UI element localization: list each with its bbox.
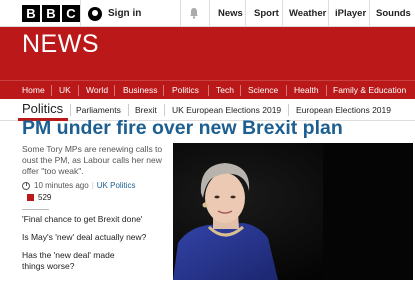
user-icon (88, 6, 102, 21)
comments-link[interactable]: 529 (27, 193, 51, 202)
nav-item-science[interactable]: Science (248, 81, 278, 99)
main-nav: Home UK World Business Politics Tech Sci… (0, 80, 415, 99)
section-title[interactable]: Politics (22, 101, 63, 116)
bbc-logo[interactable]: B B C (22, 5, 80, 22)
nav-item-home[interactable]: Home (22, 81, 45, 99)
bell-icon[interactable] (188, 7, 200, 19)
article-meta: 10 minutes ago | UK Politics (22, 181, 135, 190)
subnav-item-uk-european-elections[interactable]: UK European Elections 2019 (172, 105, 281, 115)
article-summary: Some Tory MPs are renewing calls to oust… (22, 144, 163, 176)
related-link[interactable]: Has the 'new deal' made things worse? (22, 250, 117, 272)
topnav-iplayer[interactable]: iPlayer (335, 0, 366, 27)
related-link[interactable]: Is May's 'new' deal actually new? (22, 232, 162, 243)
article-photo[interactable] (173, 143, 413, 280)
nav-item-world[interactable]: World (86, 81, 108, 99)
top-bar: B B C Sign in News Sport Weather iPlayer… (0, 0, 415, 27)
comment-icon (27, 194, 34, 201)
bbc-logo-letter: C (62, 5, 80, 22)
article-headline[interactable]: PM under fire over new Brexit plan (22, 117, 343, 140)
sign-in-button[interactable]: Sign in (88, 4, 141, 23)
subnav-item-brexit[interactable]: Brexit (135, 105, 157, 115)
news-wordmark[interactable]: NEWS (22, 30, 99, 59)
nav-item-tech[interactable]: Tech (216, 81, 234, 99)
topnav-news[interactable]: News (218, 0, 243, 27)
article-timestamp: 10 minutes ago (34, 181, 89, 190)
bbc-logo-letter: B (42, 5, 60, 22)
clock-icon (22, 181, 30, 190)
comment-count: 529 (38, 193, 52, 202)
related-link[interactable]: 'Final chance to get Brexit done' (22, 214, 162, 225)
nav-item-uk[interactable]: UK (59, 81, 71, 99)
section-link[interactable]: UK Politics (97, 181, 136, 190)
subnav-item-european-elections[interactable]: European Elections 2019 (296, 105, 391, 115)
photo-illustration (173, 143, 413, 280)
topnav-sounds[interactable]: Sounds (376, 0, 411, 27)
nav-item-politics[interactable]: Politics (172, 81, 199, 99)
subnav-item-parliaments[interactable]: Parliaments (76, 105, 121, 115)
topnav-sport[interactable]: Sport (254, 0, 279, 27)
nav-item-business[interactable]: Business (123, 81, 158, 99)
topnav-weather[interactable]: Weather (289, 0, 326, 27)
divider (22, 209, 49, 210)
nav-item-family-education[interactable]: Family & Education (333, 81, 406, 99)
bbc-logo-letter: B (22, 5, 40, 22)
sign-in-label: Sign in (108, 8, 142, 19)
nav-item-health[interactable]: Health (294, 81, 319, 99)
